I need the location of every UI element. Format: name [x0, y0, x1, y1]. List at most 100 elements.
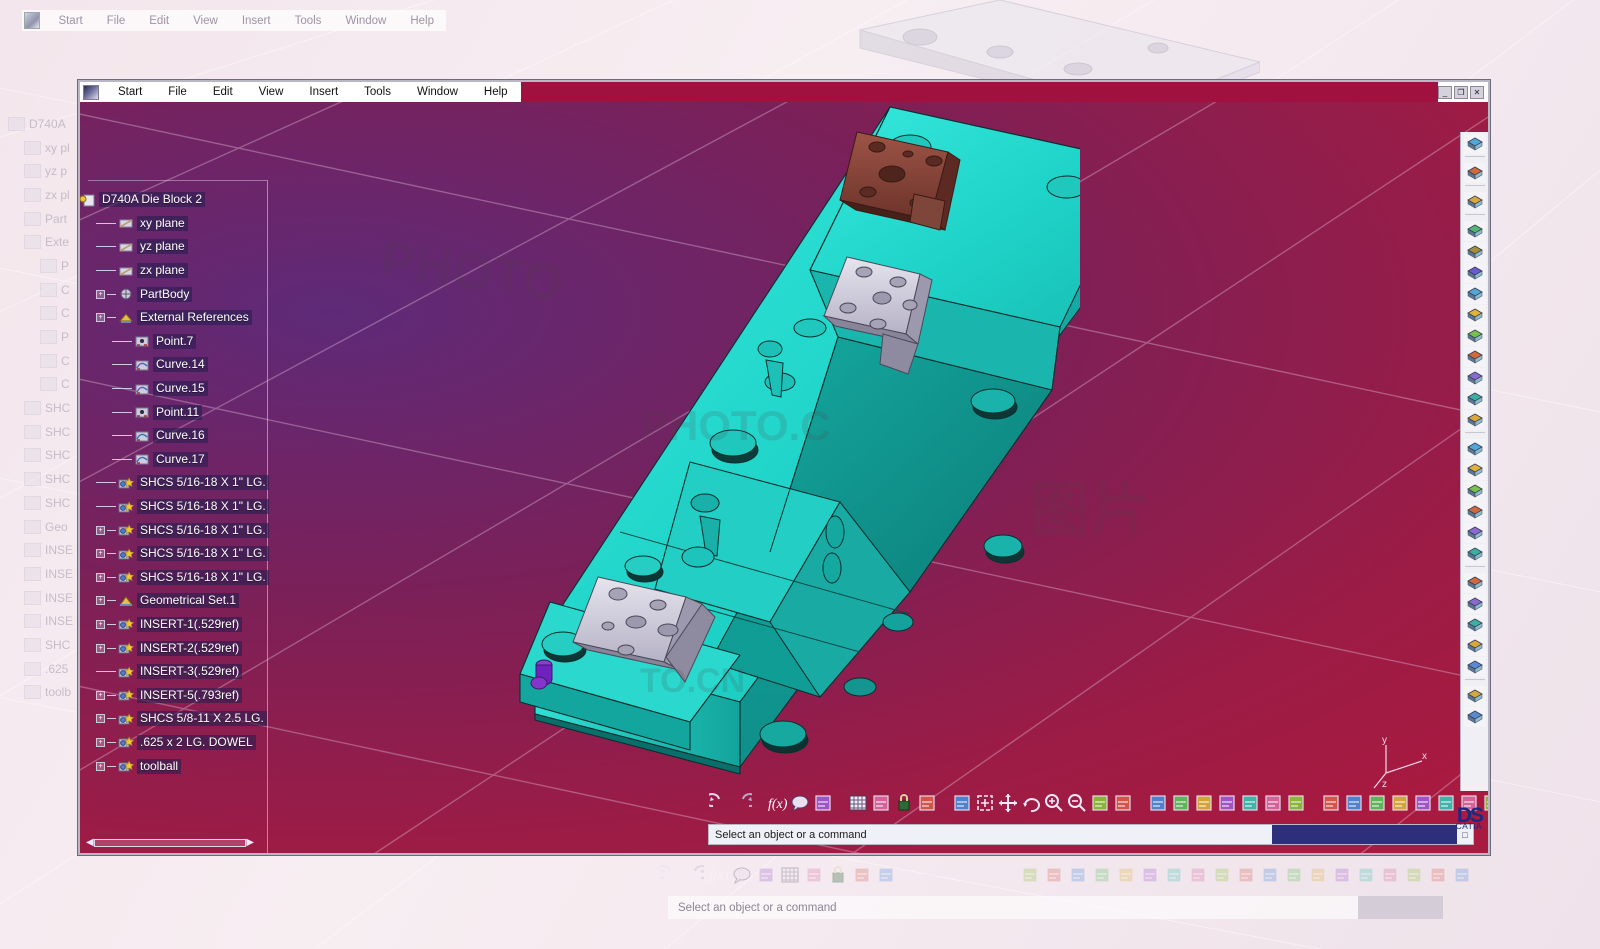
- spec-tree-item[interactable]: + PartBody: [80, 282, 265, 306]
- 3d-viewport[interactable]: PHOTO PHOTO.C TO.CN 图片 D740A Die Block 2…: [80, 102, 1488, 853]
- background-menu-view[interactable]: View: [181, 13, 230, 29]
- fillet-icon[interactable]: [1463, 439, 1486, 459]
- scroll-right-arrow-icon[interactable]: ▶: [246, 838, 254, 848]
- restore-button[interactable]: ❐: [1454, 85, 1468, 99]
- thickness-icon[interactable]: [1463, 544, 1486, 564]
- spec-tree-item[interactable]: + External References: [80, 306, 265, 330]
- spec-tree-item[interactable]: D740A Die Block 2: [80, 188, 265, 212]
- shading-icon[interactable]: [1147, 793, 1168, 814]
- analysis-icon[interactable]: [812, 793, 833, 814]
- groove-icon[interactable]: [1463, 284, 1486, 304]
- background-menu-start[interactable]: Start: [46, 13, 94, 29]
- spec-tree-item[interactable]: Point.11: [80, 400, 265, 424]
- spec-tree-item[interactable]: INSERT-3(.529ref): [80, 660, 265, 684]
- background-menu-help[interactable]: Help: [398, 13, 446, 29]
- spec-tree-hscrollbar[interactable]: ◀ ▶: [86, 837, 254, 848]
- hide-show-icon[interactable]: [1216, 793, 1237, 814]
- tree-expander-icon[interactable]: +: [96, 761, 105, 771]
- spec-tree-item[interactable]: + INSERT-2(.529ref): [80, 636, 265, 660]
- apply-material-icon[interactable]: [916, 793, 937, 814]
- spec-tree-item[interactable]: + INSERT-5(.793ref): [80, 683, 265, 707]
- depth-effect-icon[interactable]: [1285, 793, 1306, 814]
- sew-icon[interactable]: [1366, 793, 1387, 814]
- menu-file[interactable]: File: [155, 84, 200, 100]
- thread-icon[interactable]: [1463, 523, 1486, 543]
- measure-item-icon[interactable]: [1389, 793, 1410, 814]
- swap-visible-icon[interactable]: [1239, 793, 1260, 814]
- circ-pattern-icon[interactable]: [1463, 636, 1486, 656]
- formula-icon[interactable]: f(x): [766, 793, 787, 814]
- split-icon[interactable]: [1463, 686, 1486, 706]
- spec-tree-item[interactable]: SHCS 5/16-18 X 1" LG.: [80, 471, 269, 495]
- measure-icon[interactable]: [1463, 707, 1486, 727]
- pad-icon[interactable]: [1463, 221, 1486, 241]
- spec-tree-item[interactable]: Curve.14: [80, 353, 265, 377]
- tree-expander-icon[interactable]: +: [96, 619, 105, 629]
- zoom-in-icon[interactable]: [1043, 793, 1064, 814]
- render-style-2-icon[interactable]: [1193, 793, 1214, 814]
- tree-expander-icon[interactable]: +: [96, 313, 105, 323]
- background-menu-file[interactable]: File: [95, 13, 138, 29]
- right-toolbar[interactable]: [1460, 132, 1488, 791]
- cut-plane-icon[interactable]: [1262, 793, 1283, 814]
- tree-expander-icon[interactable]: +: [96, 525, 105, 535]
- menu-tools[interactable]: Tools: [351, 84, 404, 100]
- spec-tree-item[interactable]: xy plane: [80, 212, 265, 236]
- spec-tree-item[interactable]: + INSERT-1(.529ref): [80, 613, 265, 637]
- menu-edit[interactable]: Edit: [200, 84, 246, 100]
- menu-window[interactable]: Window: [404, 84, 471, 100]
- catalog-icon[interactable]: [1320, 793, 1341, 814]
- lock-icon[interactable]: [893, 793, 914, 814]
- tree-layout-icon[interactable]: [870, 793, 891, 814]
- tree-expander-icon[interactable]: +: [96, 714, 105, 724]
- pocket-icon[interactable]: [1463, 242, 1486, 262]
- spec-tree-item[interactable]: + SHCS 5/16-18 X 1" LG.: [80, 518, 269, 542]
- spec-tree-item[interactable]: + Geometrical Set.1: [80, 589, 265, 613]
- draft-icon[interactable]: [1463, 481, 1486, 501]
- undo-icon[interactable]: [708, 793, 729, 814]
- sketch-icon[interactable]: [1463, 192, 1486, 212]
- fit-all-icon[interactable]: [974, 793, 995, 814]
- background-menu-tools[interactable]: Tools: [283, 13, 334, 29]
- photo-icon[interactable]: [1412, 793, 1433, 814]
- hole-icon[interactable]: [1463, 305, 1486, 325]
- comment-icon[interactable]: [789, 793, 810, 814]
- tree-expander-icon[interactable]: +: [96, 596, 105, 606]
- close-button[interactable]: ✕: [1470, 85, 1484, 99]
- menu-help[interactable]: Help: [471, 84, 521, 100]
- spec-tree-item[interactable]: + SHCS 5/16-18 X 1" LG.: [80, 542, 269, 566]
- scrollbar-track[interactable]: [93, 838, 247, 847]
- spec-tree-item[interactable]: + .625 x 2 LG. DOWEL: [80, 731, 265, 755]
- fly-mode-icon[interactable]: [951, 793, 972, 814]
- scale-icon[interactable]: [1463, 657, 1486, 677]
- remove-loft-icon[interactable]: [1463, 410, 1486, 430]
- slot-icon[interactable]: [1463, 347, 1486, 367]
- zoom-out-icon[interactable]: [1066, 793, 1087, 814]
- render-style-1-icon[interactable]: [1170, 793, 1191, 814]
- tree-expander-icon[interactable]: +: [96, 690, 105, 700]
- shaft-icon[interactable]: [1463, 263, 1486, 283]
- spec-tree[interactable]: D740A Die Block 2 xy plane yz plane zx plan…: [80, 188, 269, 853]
- background-menu-window[interactable]: Window: [333, 13, 398, 29]
- spec-tree-item[interactable]: + SHCS 5/16-18 X 1" LG.: [80, 566, 269, 590]
- view-settings-icon[interactable]: [1463, 134, 1486, 154]
- tree-expander-icon[interactable]: +: [96, 737, 105, 747]
- spec-tree-item[interactable]: Point.7: [80, 330, 265, 354]
- loft-icon[interactable]: [1463, 389, 1486, 409]
- menu-insert[interactable]: Insert: [296, 84, 351, 100]
- background-menu-insert[interactable]: Insert: [230, 13, 283, 29]
- normal-view-icon[interactable]: [1089, 793, 1110, 814]
- rotate-icon[interactable]: [1020, 793, 1041, 814]
- tree-expander-icon[interactable]: +: [96, 289, 105, 299]
- rect-pattern-icon[interactable]: [1463, 615, 1486, 635]
- spec-tree-item[interactable]: + toolball: [80, 754, 265, 778]
- scroll-left-arrow-icon[interactable]: ◀: [86, 838, 94, 848]
- spec-tree-item[interactable]: Curve.15: [80, 377, 265, 401]
- menu-start[interactable]: Start: [105, 84, 155, 100]
- paint-icon[interactable]: [1343, 793, 1364, 814]
- stiffener-icon[interactable]: [1463, 368, 1486, 388]
- bottom-toolbar[interactable]: f(x): [708, 789, 1488, 817]
- background-menu-edit[interactable]: Edit: [137, 13, 181, 29]
- menu-view[interactable]: View: [246, 84, 297, 100]
- shell-icon[interactable]: [1463, 502, 1486, 522]
